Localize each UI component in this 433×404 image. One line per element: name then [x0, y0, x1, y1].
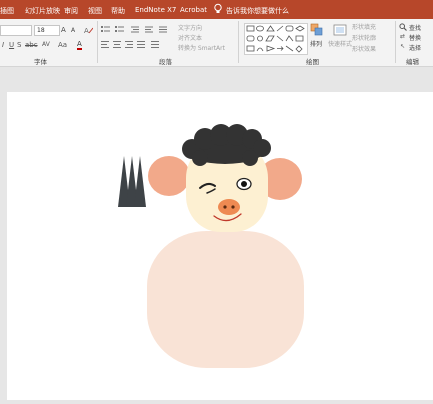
- font-group-label: 字体: [34, 58, 47, 66]
- shadow-button[interactable]: S: [17, 41, 21, 49]
- cartoon-drawing: [118, 124, 304, 368]
- list-buttons-icon[interactable]: [101, 25, 171, 35]
- align-text-button[interactable]: 对齐文本: [178, 33, 202, 42]
- font-size-field[interactable]: 18: [34, 25, 60, 36]
- shape-effects-button[interactable]: 形状效果: [352, 44, 376, 53]
- align-buttons-icon[interactable]: [101, 41, 171, 49]
- paragraph-group-label: 段落: [159, 58, 172, 66]
- replace-icon[interactable]: ⇄: [400, 33, 405, 40]
- font-size-value: 18: [37, 27, 45, 34]
- shapes-gallery[interactable]: [244, 23, 308, 55]
- tab-view[interactable]: 视图: [88, 6, 102, 16]
- ribbon-separator: [97, 21, 98, 63]
- font-name-field[interactable]: [0, 25, 32, 36]
- tell-me-search[interactable]: 告诉我你想要做什么: [226, 6, 289, 16]
- nostril: [231, 205, 235, 209]
- tab-acrobat[interactable]: Acrobat: [180, 6, 207, 14]
- ribbon-separator: [395, 21, 396, 63]
- arrange-button[interactable]: 排列: [310, 39, 322, 48]
- pupil: [241, 181, 247, 187]
- italic-button[interactable]: I: [2, 41, 4, 49]
- select-cursor-icon[interactable]: ↖: [400, 43, 405, 50]
- font-color-button[interactable]: A: [77, 40, 82, 50]
- find-button[interactable]: 查找: [409, 23, 421, 32]
- search-icon[interactable]: [399, 23, 407, 31]
- select-button[interactable]: 选择: [409, 43, 421, 52]
- curly-hair[interactable]: [182, 124, 271, 166]
- shrink-font-button[interactable]: A: [71, 27, 75, 34]
- pig-body[interactable]: [147, 231, 304, 368]
- convert-smartart-button[interactable]: 转换为 SmartArt: [178, 43, 225, 52]
- clear-format-icon[interactable]: A: [84, 26, 93, 34]
- ribbon-tab-bar: 插图 幻灯片放映 审阅 视图 帮助 EndNote X7 Acrobat 告诉我…: [0, 0, 433, 19]
- quick-styles-button[interactable]: 快速样式: [328, 39, 352, 48]
- pig-nose[interactable]: [218, 199, 240, 215]
- ribbon-home: 18 A A A I U S abc AV Aa A 字体 文字方向 对齐文本 …: [0, 19, 433, 67]
- arrange-icon[interactable]: [310, 23, 324, 37]
- svg-text:A: A: [84, 27, 89, 34]
- tab-endnote[interactable]: EndNote X7: [135, 6, 176, 14]
- drawing-group-label: 绘图: [306, 58, 319, 66]
- char-spacing-button[interactable]: AV: [42, 41, 50, 48]
- underline-button[interactable]: U: [9, 41, 14, 49]
- replace-button[interactable]: 替换: [409, 33, 421, 42]
- change-case-button[interactable]: Aa: [58, 41, 67, 49]
- grow-font-button[interactable]: A: [61, 26, 66, 34]
- text-direction-button[interactable]: 文字方向: [178, 23, 202, 32]
- strikethrough-button[interactable]: abc: [25, 41, 38, 49]
- tab-help[interactable]: 帮助: [111, 6, 125, 16]
- quick-styles-icon[interactable]: [333, 23, 347, 37]
- shape-outline-button[interactable]: 形状轮廓: [352, 33, 376, 42]
- left-ear[interactable]: [148, 156, 190, 196]
- slide-canvas[interactable]: [7, 92, 433, 400]
- lightbulb-icon[interactable]: [213, 3, 223, 15]
- editing-group-label: 编辑: [406, 58, 419, 66]
- tab-insert[interactable]: 插图: [0, 6, 14, 16]
- tab-slideshow[interactable]: 幻灯片放映: [25, 6, 60, 16]
- ribbon-separator: [238, 21, 239, 63]
- nostril: [223, 205, 227, 209]
- shape-fill-button[interactable]: 形状填充: [352, 22, 376, 31]
- triangle-shapes[interactable]: [118, 156, 146, 207]
- tab-review[interactable]: 审阅: [64, 6, 78, 16]
- shapes-icon: [246, 25, 305, 53]
